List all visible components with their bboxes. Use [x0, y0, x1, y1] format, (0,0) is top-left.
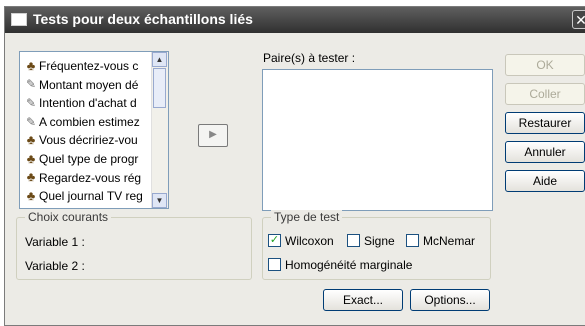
reset-button[interactable]: Restaurer: [505, 112, 585, 134]
variable-label: Quel journal TV reg: [39, 189, 143, 204]
nominal-icon: ♣: [26, 150, 36, 166]
dialog-window: Tests pour deux échantillons liés ✕ ♣ Fré…: [4, 6, 585, 326]
move-to-pairs-button[interactable]: ▶: [198, 124, 228, 147]
nominal-icon: ♣: [26, 132, 36, 148]
variable-list-item[interactable]: ✎ A combien estimez: [23, 112, 151, 130]
current-choice-title: Choix courants: [25, 210, 112, 224]
help-button[interactable]: Aide: [505, 170, 585, 192]
nominal-icon: ♣: [26, 57, 36, 73]
wilcoxon-checkbox[interactable]: ✓ Wilcoxon: [268, 233, 334, 248]
sign-checkbox[interactable]: Signe: [347, 233, 395, 248]
nominal-icon: ♣: [26, 188, 36, 204]
test-type-title: Type de test: [271, 210, 343, 224]
variable-label: A combien estimez: [39, 114, 140, 129]
variable-list-item[interactable]: ✎ Montant moyen dé: [23, 75, 151, 93]
nominal-icon: ♣: [26, 169, 36, 185]
exact-button[interactable]: Exact...: [323, 289, 403, 311]
cancel-button[interactable]: Annuler: [505, 141, 585, 163]
options-button[interactable]: Options...: [410, 289, 490, 311]
window-icon: [11, 13, 27, 26]
variable-label: Quel type de progr: [39, 151, 139, 166]
variable-list-item[interactable]: ♣ Regardez-vous rég: [23, 168, 151, 186]
variable-label: Vous décririez-vou: [39, 133, 138, 148]
variable2-label: Variable 2 :: [25, 259, 85, 273]
paste-button[interactable]: Coller: [505, 83, 585, 105]
variable-list-item[interactable]: ♣ Quel type de progr: [23, 149, 151, 167]
test-type-group: Type de test ✓ Wilcoxon Signe McNemar Hom…: [262, 210, 491, 280]
ok-button[interactable]: OK: [505, 54, 585, 76]
scale-icon: ✎: [25, 114, 37, 129]
variable-list-item[interactable]: ♣ Fréquentez-vous c: [23, 56, 151, 74]
scroll-thumb[interactable]: [153, 68, 166, 108]
marginal-homogeneity-checkbox[interactable]: Homogénéité marginale: [268, 257, 412, 272]
title-bar[interactable]: Tests pour deux échantillons liés ✕: [5, 7, 585, 33]
window-title: Tests pour deux échantillons liés: [33, 11, 253, 27]
variable-label: Intention d'achat d: [39, 96, 137, 111]
scale-icon: ✎: [25, 96, 37, 111]
variable-list[interactable]: ♣ Fréquentez-vous c ✎ Montant moyen dé ✎ Inte…: [19, 51, 169, 209]
variable-label: Fréquentez-vous c: [39, 58, 139, 73]
scroll-down-icon[interactable]: ▼: [152, 193, 167, 208]
variable-list-item[interactable]: ♣ Vous décririez-vou: [23, 130, 151, 148]
close-button[interactable]: ✕: [572, 10, 585, 29]
pairs-list[interactable]: [262, 69, 493, 211]
variable-list-item[interactable]: ✎ Intention d'achat d: [23, 93, 151, 111]
checkbox-box: [406, 234, 419, 248]
variable-label: Montant moyen dé: [39, 77, 139, 92]
mcnemar-checkbox[interactable]: McNemar: [406, 233, 475, 248]
variable1-label: Variable 1 :: [25, 235, 85, 249]
arrow-right-icon: ▶: [209, 129, 217, 140]
pairs-label: Paire(s) à tester :: [263, 51, 356, 65]
current-choice-group: Choix courants Variable 1 : Variable 2 :: [16, 210, 252, 280]
checkmark-icon: ✓: [268, 234, 281, 248]
scale-icon: ✎: [25, 77, 37, 92]
checkbox-box: [268, 258, 281, 272]
variable-label: Regardez-vous rég: [39, 170, 142, 185]
checkbox-box: [347, 234, 360, 248]
variable-list-item[interactable]: ♣ Quel journal TV reg: [23, 186, 151, 204]
variable-list-scrollbar[interactable]: ▲ ▼: [151, 52, 168, 208]
scroll-up-icon[interactable]: ▲: [152, 52, 167, 67]
